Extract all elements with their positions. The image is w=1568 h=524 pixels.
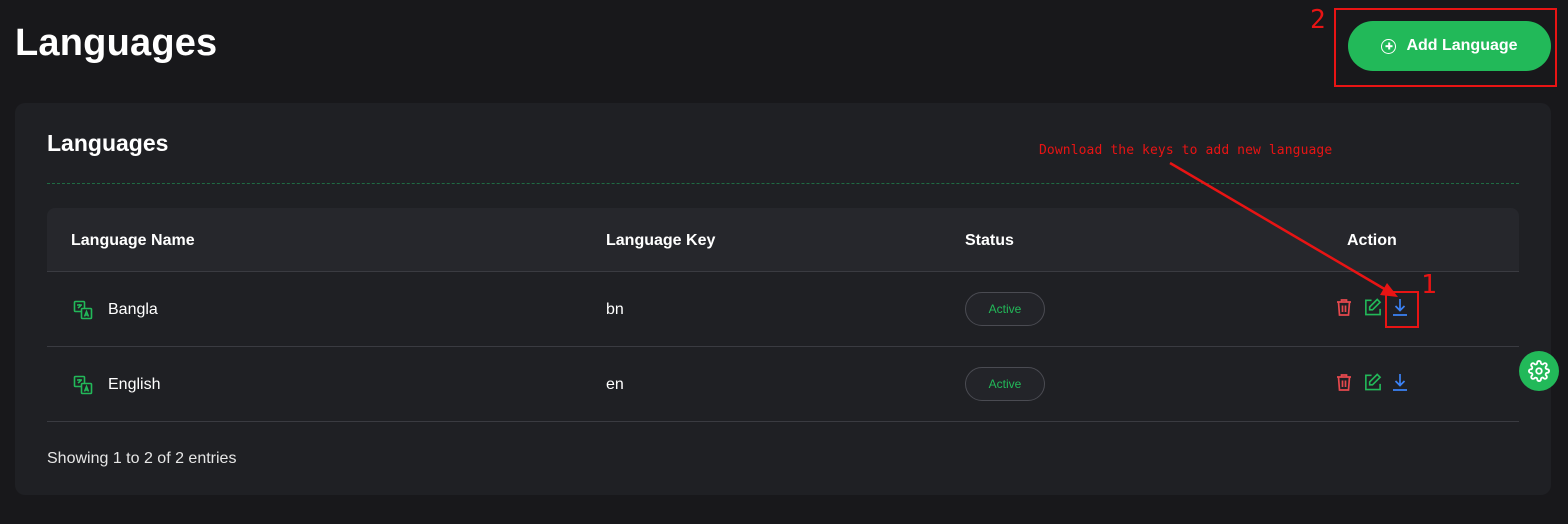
table-header: Language Name Language Key Status Action (47, 208, 1519, 272)
settings-button[interactable] (1519, 351, 1559, 391)
table-row: English en Active (47, 347, 1519, 422)
card-divider (47, 183, 1519, 184)
language-name: Bangla (108, 300, 158, 318)
page-title: Languages (15, 22, 218, 64)
language-name-cell: English (73, 347, 160, 422)
annotation-number-1: 1 (1421, 270, 1437, 300)
status-badge: Active (965, 367, 1045, 401)
edit-icon[interactable] (1363, 297, 1382, 317)
annotation-box-add-language (1334, 8, 1557, 87)
pagination-info: Showing 1 to 2 of 2 entries (47, 450, 237, 467)
card-title: Languages (47, 130, 169, 156)
column-header-language-name: Language Name (71, 232, 195, 249)
gear-icon (1528, 360, 1550, 382)
translate-icon (73, 375, 93, 394)
languages-card: Languages Language Name Language Key Sta… (15, 103, 1551, 495)
languages-table: Language Name Language Key Status Action… (47, 208, 1519, 422)
download-icon[interactable] (1391, 372, 1409, 392)
language-key: en (606, 375, 624, 393)
translate-icon (73, 300, 93, 319)
annotation-box-download (1385, 291, 1419, 328)
annotation-number-2: 2 (1310, 5, 1326, 35)
annotation-note: Download the keys to add new language (1039, 143, 1333, 158)
column-header-action: Action (1347, 232, 1397, 249)
row-actions (1335, 372, 1409, 392)
language-name: English (108, 375, 161, 393)
language-name-cell: Bangla (73, 272, 158, 347)
column-header-language-key: Language Key (606, 232, 716, 249)
trash-icon[interactable] (1335, 297, 1353, 317)
status-badge: Active (965, 292, 1045, 326)
trash-icon[interactable] (1335, 372, 1353, 392)
column-header-status: Status (965, 232, 1014, 249)
table-row: Bangla bn Active (47, 272, 1519, 347)
edit-icon[interactable] (1363, 372, 1382, 392)
language-key: bn (606, 300, 624, 318)
